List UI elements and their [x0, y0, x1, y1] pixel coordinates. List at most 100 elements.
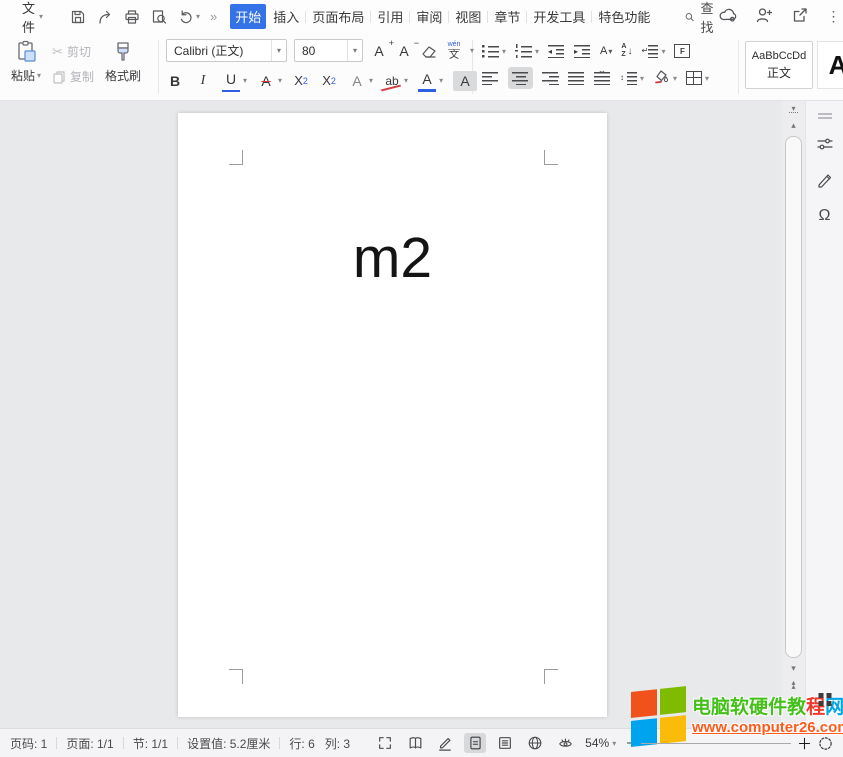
font-color-button[interactable]: A: [418, 69, 436, 92]
more-commands-button[interactable]: »: [210, 9, 217, 24]
cut-button[interactable]: ✂剪切: [52, 43, 94, 60]
decrease-indent-button[interactable]: ◂: [548, 44, 565, 58]
status-page-number[interactable]: 页码: 1: [10, 735, 47, 752]
status-setting-value[interactable]: 设置值: 5.2厘米: [187, 735, 270, 752]
scroll-down-icon[interactable]: ▾: [791, 664, 796, 673]
find-button[interactable]: 查找: [684, 0, 718, 36]
clear-format-button[interactable]: [420, 41, 438, 61]
best-fit-button[interactable]: [818, 736, 833, 751]
print-preview-button[interactable]: [150, 8, 168, 26]
format-painter-button[interactable]: 格式刷: [102, 37, 144, 86]
toggle-ruler-icon[interactable]: ▾: [789, 106, 798, 115]
arrows-h-icon: ↔: [598, 67, 606, 75]
app-grid-icon[interactable]: [818, 693, 831, 706]
pinyin-guide-button[interactable]: wén文: [445, 41, 463, 61]
underline-button[interactable]: U: [222, 70, 240, 92]
tab-home[interactable]: 开始: [230, 4, 266, 29]
divider: [448, 11, 449, 23]
divider: [591, 11, 592, 23]
web-view-button[interactable]: [524, 733, 546, 753]
line-spacing-button[interactable]: ↕: [620, 71, 637, 85]
eye-protect-button[interactable]: [554, 733, 576, 753]
bold-button[interactable]: B: [166, 71, 184, 91]
write-mode-button[interactable]: [434, 733, 456, 753]
justify-button[interactable]: [568, 71, 585, 85]
scroll-up-icon[interactable]: ▴: [791, 121, 796, 130]
cloud-sync-button[interactable]: [718, 6, 738, 27]
subscript-button[interactable]: X2: [320, 71, 338, 91]
find-label: 查找: [700, 0, 718, 36]
zoom-in-button[interactable]: ＋: [797, 733, 812, 754]
page-view-button[interactable]: [464, 733, 486, 753]
paragraph-layout-button[interactable]: ↵: [641, 44, 658, 58]
status-line[interactable]: 行: 6: [289, 735, 314, 752]
read-mode-button[interactable]: [404, 733, 426, 753]
arrow-left-icon: ◂: [548, 48, 552, 56]
strikethrough-button[interactable]: A: [257, 71, 275, 91]
properties-button[interactable]: [816, 135, 834, 156]
arrows-v-icon: ↕: [620, 74, 624, 82]
sort-button[interactable]: AZ↓: [621, 43, 632, 58]
shrink-font-button[interactable]: A−: [395, 41, 413, 61]
borders-button[interactable]: [686, 71, 702, 85]
text-tool-button[interactable]: F: [674, 44, 690, 58]
tab-section[interactable]: 章节: [489, 4, 525, 29]
chevron-down-icon: ▾: [661, 47, 665, 56]
divider: [738, 40, 739, 94]
share-user-button[interactable]: [755, 6, 774, 27]
document-body-text[interactable]: m2: [178, 225, 607, 291]
scrollbar-thumb[interactable]: [785, 136, 802, 658]
increase-indent-button[interactable]: ▸: [574, 44, 591, 58]
bullet-list-button[interactable]: [482, 44, 499, 58]
align-left-button[interactable]: [482, 71, 499, 85]
tab-view[interactable]: 视图: [450, 4, 486, 29]
status-page-count[interactable]: 页面: 1/1: [66, 735, 113, 752]
fullscreen-button[interactable]: [374, 733, 396, 753]
paste-button[interactable]: 粘贴▾: [8, 37, 44, 86]
print-button[interactable]: [123, 8, 141, 26]
tab-review[interactable]: 审阅: [411, 4, 447, 29]
save-button[interactable]: [69, 8, 87, 26]
tab-insert[interactable]: 插入: [268, 4, 304, 29]
export-pdf-button[interactable]: [96, 8, 114, 26]
chevron-down-icon: ▾: [640, 74, 644, 83]
more-options-button[interactable]: ⋮: [826, 8, 840, 25]
chevron-down-icon: ▾: [369, 76, 373, 85]
tab-developer[interactable]: 开发工具: [528, 4, 590, 29]
text-effects-button[interactable]: A: [348, 71, 366, 91]
grow-font-button[interactable]: A+: [370, 41, 388, 61]
zoom-slider[interactable]: [641, 743, 791, 744]
tab-special-features[interactable]: 特色功能: [593, 4, 655, 29]
tab-references[interactable]: 引用: [372, 4, 408, 29]
superscript-button[interactable]: X2: [292, 71, 310, 91]
text-direction-button[interactable]: A▾: [600, 45, 612, 57]
style-heading[interactable]: A: [817, 41, 843, 89]
shading-button[interactable]: [653, 69, 670, 88]
divider: [487, 11, 488, 23]
vertical-scrollbar[interactable]: ▾ ▴ ▾ ▴▴: [781, 101, 806, 728]
style-normal[interactable]: AaBbCcDd 正文: [745, 41, 813, 89]
numbered-list-button[interactable]: [515, 44, 532, 58]
annotate-pen-button[interactable]: [816, 171, 834, 192]
drag-handle-icon[interactable]: [818, 113, 832, 115]
align-right-button[interactable]: [542, 71, 559, 85]
tab-page-layout[interactable]: 页面布局: [307, 4, 369, 29]
distribute-button[interactable]: ↔: [594, 71, 611, 85]
share-button[interactable]: [791, 6, 809, 27]
status-section[interactable]: 节: 1/1: [133, 735, 168, 752]
undo-button[interactable]: ▾: [177, 8, 200, 25]
status-column[interactable]: 列: 3: [325, 735, 350, 752]
file-menu[interactable]: 文件 ▾: [22, 0, 43, 36]
char-shading-button[interactable]: A: [453, 71, 477, 91]
symbol-omega-button[interactable]: Ω: [819, 207, 831, 225]
document-page[interactable]: m2: [178, 113, 607, 717]
font-name-select[interactable]: Calibri (正文) ▾: [166, 39, 287, 62]
italic-button[interactable]: I: [194, 71, 212, 91]
font-size-select[interactable]: 80 ▾: [294, 39, 363, 62]
copy-button[interactable]: 复制: [52, 68, 94, 85]
highlight-color-button[interactable]: ab: [383, 71, 401, 91]
align-center-button[interactable]: [508, 67, 533, 89]
chevron-down-icon: ▾: [502, 47, 506, 56]
outline-view-button[interactable]: [494, 733, 516, 753]
zoom-level-button[interactable]: 54% ▾: [585, 736, 616, 750]
